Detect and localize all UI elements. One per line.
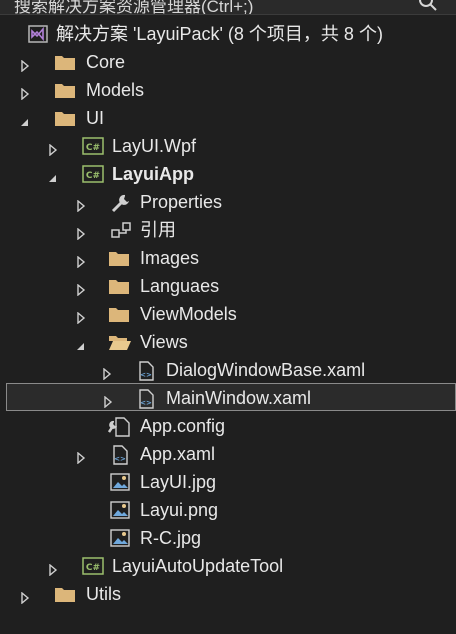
tree-item-label: 引用 [140, 220, 176, 240]
folder-ui[interactable]: UI [0, 104, 456, 132]
chevron-right-icon[interactable] [20, 56, 30, 77]
tree-item-label: UI [86, 108, 104, 128]
xaml-file-icon: <> [110, 445, 130, 470]
folder-models[interactable]: Models [0, 76, 456, 104]
tree-item-label: Core [86, 52, 126, 72]
tree-item-label: DialogWindowBase.xaml [166, 360, 366, 380]
folder-icon [54, 53, 76, 76]
folder-images[interactable]: Images [0, 244, 456, 272]
folder-utils[interactable]: Utils [0, 580, 456, 608]
chevron-right-icon[interactable] [76, 308, 86, 329]
chevron-right-icon[interactable] [20, 84, 30, 105]
solution-icon [28, 25, 48, 48]
csharp-project-icon: C# [82, 557, 104, 580]
csharp-project-icon: C# [82, 137, 104, 160]
tree-item-label: App.xaml [140, 444, 216, 464]
tree-item-label: Properties [140, 192, 223, 212]
tree-item-label: ViewModels [140, 304, 237, 324]
chevron-down-icon[interactable] [18, 112, 30, 133]
tree-item-label: LayUI.Wpf [112, 136, 197, 156]
references-node[interactable]: 引用 [0, 216, 456, 244]
solution-root[interactable]: 解决方案 'LayuiPack' (8 个项目，共 8 个) [0, 20, 456, 48]
search-icon[interactable] [418, 0, 438, 14]
svg-text:C#: C# [86, 143, 100, 153]
chevron-down-icon[interactable] [46, 168, 58, 189]
folder-core[interactable]: Core [0, 48, 456, 76]
tree-item-label: Images [140, 248, 200, 268]
project-layuiapp[interactable]: C# LayuiApp [0, 160, 456, 188]
chevron-right-icon[interactable] [20, 588, 30, 609]
tree-item-label: LayUI.jpg [140, 472, 217, 492]
file-mainwindow[interactable]: <> MainWindow.xaml [6, 383, 456, 411]
chevron-right-icon[interactable] [76, 280, 86, 301]
chevron-right-icon[interactable] [76, 224, 86, 245]
folder-languaes[interactable]: Languaes [0, 272, 456, 300]
file-app-xaml[interactable]: <> App.xaml [0, 440, 456, 468]
tree-item-label: App.config [140, 416, 226, 436]
wrench-icon [110, 193, 132, 218]
image-file-icon [110, 529, 130, 552]
folder-icon [108, 277, 130, 300]
image-file-icon [110, 501, 130, 524]
project-autoupdatetool[interactable]: C# LayuiAutoUpdateTool [0, 552, 456, 580]
file-dialogwindowbase[interactable]: <> DialogWindowBase.xaml [0, 356, 456, 384]
tree-item-label: Views [140, 332, 188, 352]
svg-text:<>: <> [140, 371, 152, 379]
folder-icon [108, 249, 130, 272]
svg-text:C#: C# [86, 171, 100, 181]
chevron-right-icon[interactable] [48, 140, 58, 161]
image-file-icon [110, 473, 130, 496]
tree-item-label: 解决方案 'LayuiPack' (8 个项目，共 8 个) [56, 24, 383, 44]
chevron-right-icon[interactable] [48, 560, 58, 581]
csharp-project-icon: C# [82, 165, 104, 188]
folder-viewmodels[interactable]: ViewModels [0, 300, 456, 328]
tree-item-label: Languaes [140, 276, 220, 296]
chevron-right-icon[interactable] [102, 364, 112, 385]
properties-node[interactable]: Properties [0, 188, 456, 216]
folder-icon [54, 585, 76, 608]
folder-icon [54, 81, 76, 104]
chevron-down-icon[interactable] [74, 336, 86, 357]
tree-item-label: MainWindow.xaml [166, 388, 312, 408]
chevron-right-icon[interactable] [76, 448, 86, 469]
config-file-icon [107, 417, 130, 442]
chevron-right-icon[interactable] [103, 392, 113, 413]
tree-item-label: Layui.png [140, 500, 219, 520]
svg-text:C#: C# [86, 563, 100, 573]
tree-item-label: LayuiApp [112, 164, 195, 184]
svg-text:<>: <> [114, 455, 126, 463]
references-icon [110, 221, 132, 244]
search-bar[interactable]: 搜索解决方案资源管理器(Ctrl+;) [0, 0, 456, 15]
file-layui-png[interactable]: Layui.png [0, 496, 456, 524]
tree-item-label: Models [86, 80, 145, 100]
file-rc-jpg[interactable]: R-C.jpg [0, 524, 456, 552]
file-layui-jpg[interactable]: LayUI.jpg [0, 468, 456, 496]
xaml-file-icon: <> [136, 389, 156, 414]
search-input[interactable]: 搜索解决方案资源管理器(Ctrl+;) [14, 0, 253, 14]
folder-views[interactable]: Views [0, 328, 456, 356]
chevron-right-icon[interactable] [76, 196, 86, 217]
folder-icon [108, 305, 130, 328]
tree-item-label: LayuiAutoUpdateTool [112, 556, 284, 576]
chevron-right-icon[interactable] [76, 252, 86, 273]
tree-item-label: Utils [86, 584, 121, 604]
file-app-config[interactable]: App.config [0, 412, 456, 440]
project-layui-wpf[interactable]: C# LayUI.Wpf [0, 132, 456, 160]
tree-item-label: R-C.jpg [140, 528, 202, 548]
folder-icon [54, 109, 76, 132]
svg-text:<>: <> [140, 399, 152, 407]
folder-open-icon [108, 333, 132, 356]
